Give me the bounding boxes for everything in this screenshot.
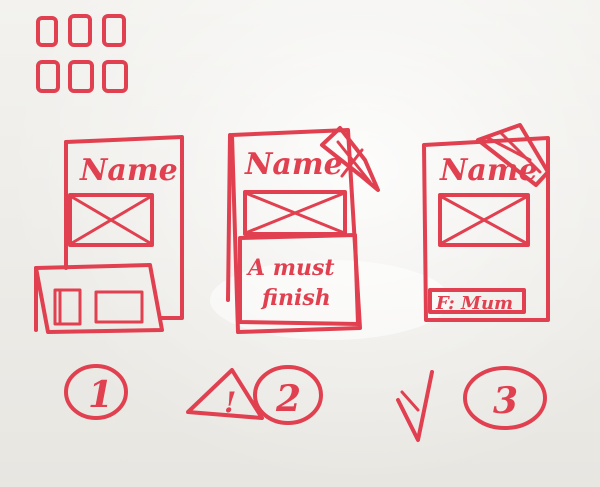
alert-text-line1: A must [246, 255, 335, 281]
warning-icon: ! [186, 368, 264, 420]
image-placeholder-icon [243, 190, 347, 236]
card-name-label: Name [79, 153, 178, 188]
name-tag-text: F: Mum [435, 293, 513, 314]
step-badge-1: 1 [64, 364, 128, 420]
app-grid-icon [36, 14, 128, 93]
card-frame-left [226, 133, 232, 302]
step-number: 2 [275, 378, 301, 420]
sketch-card-1: Name 1 [34, 135, 184, 420]
step-badge-2: 2 [253, 365, 323, 425]
step-number: 1 [88, 374, 113, 416]
warning-symbol: ! [224, 386, 236, 419]
alert-text-line2: finish [260, 285, 331, 311]
step-badge-3: 3 [463, 366, 547, 430]
overlay-panel [34, 263, 164, 334]
image-placeholder-icon [438, 193, 530, 247]
whiteboard-drawing: Name 1 Name A must finish ! 2 Name F: Mu… [34, 14, 550, 442]
checkmark-icon [396, 370, 434, 442]
card-name-label: Name [244, 147, 343, 182]
name-tag-bar: F: Mum [428, 288, 526, 314]
whiteboard: Name 1 Name A must finish ! 2 Name F: Mu… [0, 0, 600, 487]
card-name-label: Name [439, 153, 538, 188]
image-placeholder-icon [68, 193, 154, 247]
step-number: 3 [493, 380, 518, 422]
